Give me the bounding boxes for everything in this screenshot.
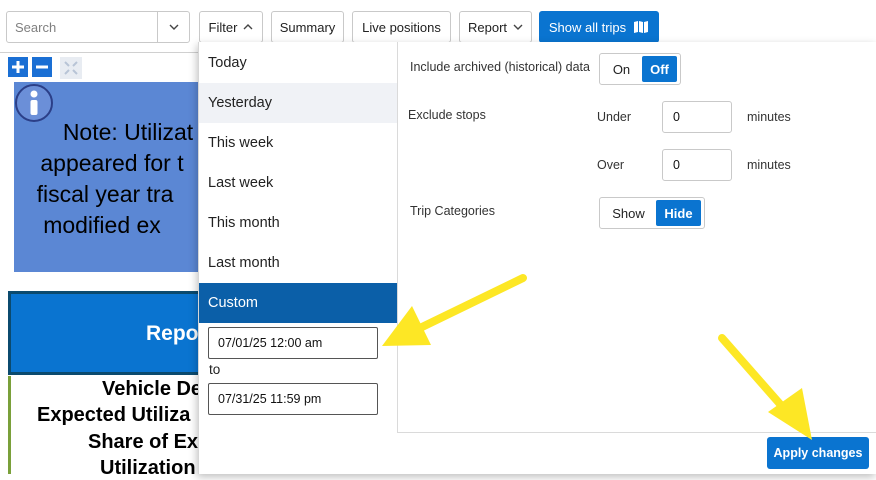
arrow-to-date-range-icon — [382, 274, 527, 346]
arrow-to-apply-changes-icon — [718, 334, 812, 440]
annotation-arrows — [382, 274, 812, 440]
